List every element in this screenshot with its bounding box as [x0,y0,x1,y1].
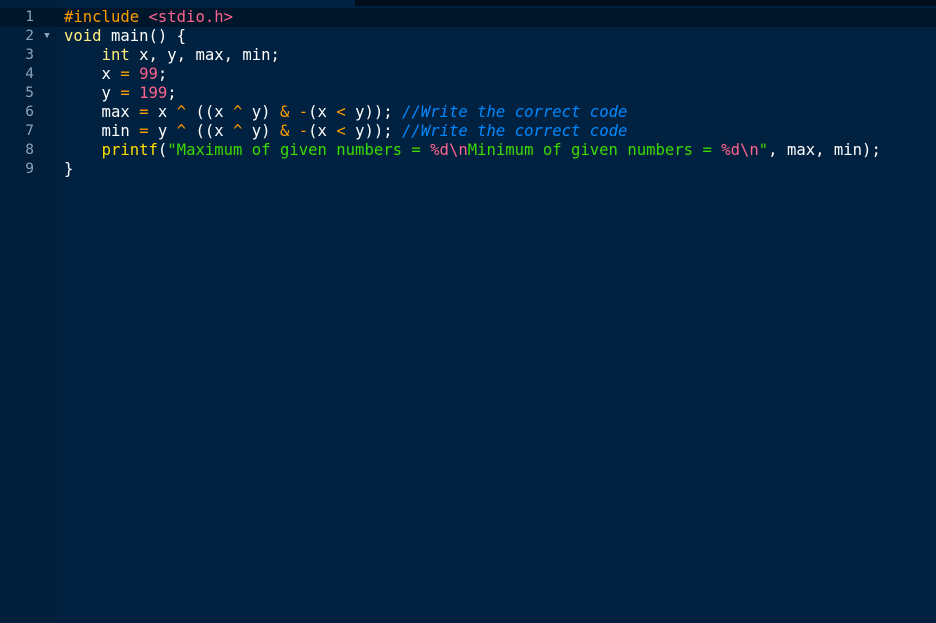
code-token: < [336,122,346,140]
code-token: (x [308,103,337,121]
code-token: ^ [176,103,187,121]
code-token: - [298,103,309,121]
code-token: - [298,122,309,140]
code-line[interactable]: 9} [0,160,936,179]
code-token: = [120,84,130,102]
code-line[interactable]: 7 min = y ^ ((x ^ y) & -(x < y)); //Writ… [0,122,936,141]
code-line[interactable]: 5 y = 199; [0,84,936,103]
code-line[interactable]: 1 #include <stdio.h> [0,8,936,27]
code-lines[interactable]: 1 #include <stdio.h> 2 ▼ void main() {3 int … [0,8,936,179]
code-token: " [758,141,769,159]
code-token: ^ [176,122,187,140]
code-token: (x [308,122,337,140]
code-token: printf [101,141,158,159]
line-code: max = x ^ ((x ^ y) & -(x < y)); //Write … [64,103,628,122]
code-token: ((x [186,122,234,140]
code-token: ; [167,84,177,102]
code-token: = [139,122,149,140]
code-token: & [279,103,290,121]
line-code: int x, y, max, min; [64,46,280,65]
code-token: x, y, max, min; [129,46,280,64]
code-token: ^ [233,122,243,140]
code-token: x [148,103,177,121]
code-token: , max, min); [768,141,881,159]
top-strip [355,0,936,6]
line-code: } [64,160,73,179]
line-code: y = 199; [64,84,177,103]
code-token: <stdio.h> [148,8,234,26]
code-line[interactable]: 8 printf("Maximum of given numbers = %d\… [0,141,936,160]
code-token: y)); [345,122,403,140]
code-token: max [64,103,140,121]
code-token: y) [242,122,280,140]
code-token: Minimum of given numbers = [467,141,722,159]
code-token: ^ [233,103,243,121]
line-code: min = y ^ ((x ^ y) & -(x < y)); //Write … [64,122,628,141]
code-token: min [64,122,140,140]
code-token: ((x [186,103,234,121]
line-code: #include <stdio.h> [64,8,233,27]
code-token: y [64,84,121,102]
code-token: int [101,46,130,64]
code-token: 199 [139,84,168,102]
line-number: 4 [25,66,34,82]
line-number: 5 [25,85,34,101]
line-code: x = 99; [64,65,168,84]
code-line[interactable]: 3 int x, y, max, min; [0,46,936,65]
line-number: 2 [25,28,34,44]
line-number: 9 [25,161,34,177]
code-token: y)); [345,103,403,121]
code-token: } [64,160,74,178]
line-number: 8 [25,142,34,158]
code-editor[interactable]: 1 #include <stdio.h> 2 ▼ void main() {3 int … [0,0,936,623]
code-token: x [64,65,121,83]
code-token: y [148,122,177,140]
code-token: = [139,103,149,121]
code-token: = [120,65,130,83]
code-token: "Maximum of given numbers = [167,141,431,159]
code-token: //Write the correct code [402,103,628,121]
code-token: & [279,122,290,140]
line-number: 6 [25,104,34,120]
code-token: //Write the correct code [402,122,628,140]
line-number: 3 [25,47,34,63]
line-number: 7 [25,123,34,139]
code-token: 99 [139,65,158,83]
code-line[interactable]: 2 ▼ void main() { [0,27,936,46]
code-token: #include [64,8,140,26]
code-token: main() { [101,27,187,45]
line-number: 1 [25,9,34,25]
code-token: %d\n [430,141,468,159]
chevron-down-icon[interactable]: ▼ [41,27,53,46]
line-code: printf("Maximum of given numbers = %d\nM… [64,141,881,160]
code-line[interactable]: 6 max = x ^ ((x ^ y) & -(x < y)); //Writ… [0,103,936,122]
code-line[interactable]: 4 x = 99; [0,65,936,84]
code-token: void [64,27,102,45]
code-token: ( [157,141,168,159]
code-token: ; [157,65,168,83]
code-token: < [336,103,346,121]
code-token: y) [242,103,280,121]
code-token: %d\n [721,141,759,159]
line-code: void main() { [64,27,186,46]
